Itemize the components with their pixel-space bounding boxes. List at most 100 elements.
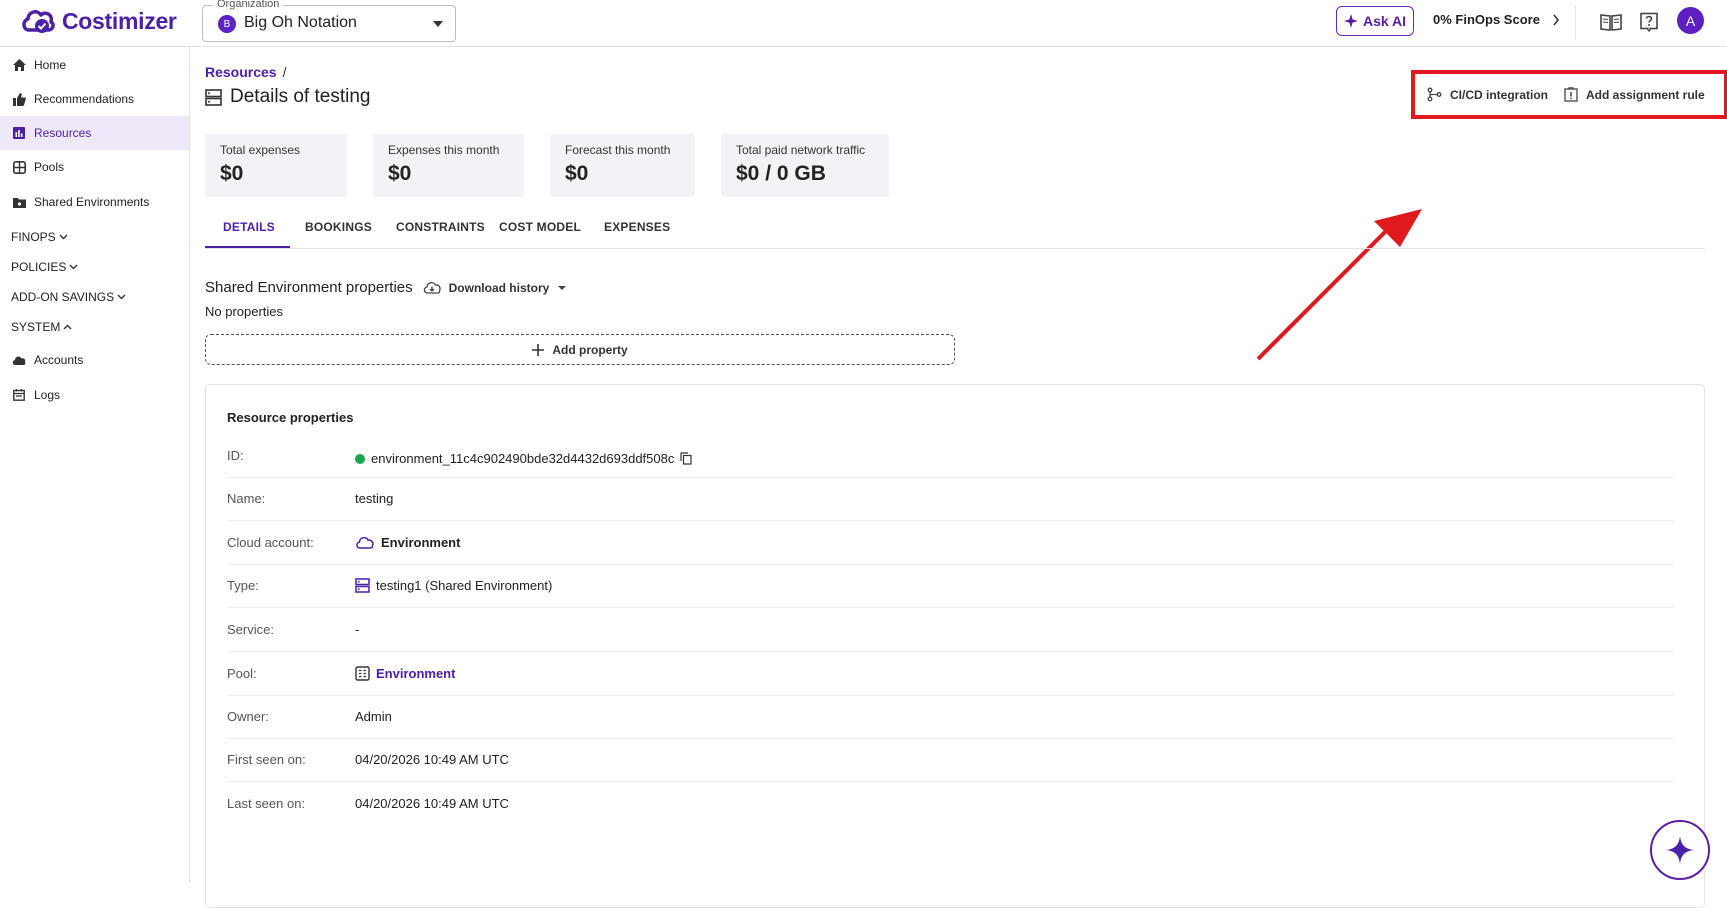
tab-constraints[interactable]: CONSTRAINTS xyxy=(396,220,485,234)
organization-select[interactable]: Organization B Big Oh Notation xyxy=(202,0,456,42)
tab-cost-model[interactable]: COST MODEL xyxy=(499,220,581,234)
sidebar-item-label: Accounts xyxy=(34,353,84,367)
property-value: 04/20/2026 10:49 AM UTC xyxy=(355,752,509,767)
shared-env-header: Shared Environment properties Download h… xyxy=(205,279,567,296)
cloud-icon xyxy=(12,353,26,367)
property-value: Environment xyxy=(355,666,455,681)
active-tab-indicator xyxy=(205,246,290,248)
chevron-up-icon xyxy=(63,324,72,330)
property-value: Environment xyxy=(355,535,460,550)
sparkle-icon xyxy=(1343,14,1358,28)
annotation-arrow xyxy=(1256,209,1422,361)
sidebar-item-label: Recommendations xyxy=(34,92,135,106)
chevron-down-icon xyxy=(59,234,68,240)
sidebar: Home Recommendations Resources Pools Sha… xyxy=(0,47,190,883)
costimizer-logo-icon xyxy=(22,10,55,33)
user-avatar[interactable]: A xyxy=(1677,7,1704,34)
kpi-total-paid-network-traffic: Total paid network traffic $0 / 0 GB xyxy=(721,134,889,197)
property-value: environment_11c4c902490bde32d4432d693ddf… xyxy=(355,451,692,466)
breadcrumb-link-resources[interactable]: Resources xyxy=(205,64,277,80)
property-key: Name: xyxy=(227,491,266,506)
property-key: Service: xyxy=(227,622,274,637)
pool-icon xyxy=(12,160,26,174)
caret-down-icon xyxy=(558,285,567,290)
download-history-button[interactable]: Download history xyxy=(423,281,568,295)
sidebar-item-shared-environments[interactable]: Shared Environments xyxy=(0,185,189,219)
plus-icon xyxy=(532,343,545,356)
ai-assistant-button[interactable] xyxy=(1650,820,1710,880)
bar-chart-icon xyxy=(12,126,26,140)
ask-ai-button[interactable]: Ask AI xyxy=(1336,6,1414,36)
pool-link[interactable]: Environment xyxy=(376,666,455,681)
sidebar-section-finops[interactable]: FINOPS xyxy=(11,230,68,244)
property-row-owner: Owner: Admin xyxy=(227,696,1674,739)
ask-ai-label: Ask AI xyxy=(1362,13,1407,29)
property-key: ID: xyxy=(227,448,244,463)
help-icon[interactable] xyxy=(1637,10,1661,34)
divider xyxy=(1575,6,1576,40)
cloud-account-name: Environment xyxy=(381,535,461,550)
property-row-service: Service: - xyxy=(227,609,1674,652)
sidebar-section-add-on-savings[interactable]: ADD-ON SAVINGS xyxy=(11,290,126,304)
chevron-down-icon xyxy=(117,294,126,300)
sidebar-item-resources[interactable]: Resources xyxy=(0,116,189,150)
copy-icon[interactable] xyxy=(680,452,692,465)
tab-expenses[interactable]: EXPENSES xyxy=(604,220,670,234)
add-property-label: Add property xyxy=(552,342,628,357)
kpi-total-expenses: Total expenses $0 xyxy=(205,134,347,197)
app-logo[interactable]: Costimizer xyxy=(20,6,177,36)
shared-env-title: Shared Environment properties xyxy=(205,279,413,296)
highlight-box xyxy=(1411,70,1727,119)
kpi-label: Total paid network traffic xyxy=(736,143,866,157)
section-label: ADD-ON SAVINGS xyxy=(11,290,115,304)
kpi-label: Total expenses xyxy=(220,143,301,157)
tab-bookings[interactable]: BOOKINGS xyxy=(305,220,372,234)
main-content: Resources / Details of testing CI/CD inte… xyxy=(190,47,1727,908)
app-name: Costimizer xyxy=(62,7,177,34)
folder-icon xyxy=(12,195,26,209)
no-properties-text: No properties xyxy=(205,304,284,319)
sidebar-item-label: Logs xyxy=(34,388,61,402)
sidebar-item-logs[interactable]: Logs xyxy=(0,378,189,412)
sidebar-section-system[interactable]: SYSTEM xyxy=(11,320,72,334)
sidebar-item-accounts[interactable]: Accounts xyxy=(0,343,189,377)
property-key: Owner: xyxy=(227,709,269,724)
calendar-icon xyxy=(12,388,26,402)
documentation-icon[interactable] xyxy=(1599,10,1623,34)
pool-icon xyxy=(355,666,370,681)
property-row-last-seen: Last seen on: 04/20/2026 10:49 AM UTC xyxy=(227,783,1674,826)
resource-id-text: environment_11c4c902490bde32d4432d693ddf… xyxy=(371,451,675,466)
finops-score-button[interactable]: 0% FinOps Score xyxy=(1433,12,1560,27)
property-value: - xyxy=(355,622,360,637)
sparkle-icon xyxy=(1666,836,1694,864)
cloud-download-icon xyxy=(423,282,441,294)
property-key: Cloud account: xyxy=(227,535,314,550)
breadcrumb: Resources / xyxy=(205,64,286,80)
kpi-value: $0 xyxy=(220,162,244,185)
status-dot-icon xyxy=(355,453,365,464)
org-avatar: B xyxy=(218,15,236,33)
resource-type-text: testing1 (Shared Environment) xyxy=(376,578,553,593)
property-value: testing xyxy=(355,491,394,506)
finops-score-label: 0% FinOps Score xyxy=(1433,12,1540,27)
kpi-value: $0 / 0 GB xyxy=(736,162,826,185)
sidebar-section-policies[interactable]: POLICIES xyxy=(11,260,78,274)
sidebar-item-home[interactable]: Home xyxy=(0,48,189,82)
sidebar-item-pools[interactable]: Pools xyxy=(0,150,189,184)
property-row-first-seen: First seen on: 04/20/2026 10:49 AM UTC xyxy=(227,739,1674,782)
top-bar: Costimizer Organization B Big Oh Notatio… xyxy=(0,0,1727,47)
tab-details[interactable]: DETAILS xyxy=(223,220,275,234)
organization-label: Organization xyxy=(213,0,284,10)
property-value: Admin xyxy=(355,709,392,724)
details-tabs: DETAILS BOOKINGS CONSTRAINTS COST MODEL … xyxy=(205,206,1705,249)
caret-down-icon xyxy=(433,21,443,27)
property-key: Pool: xyxy=(227,666,257,681)
sidebar-item-recommendations[interactable]: Recommendations xyxy=(0,82,189,116)
property-row-name: Name: testing xyxy=(227,478,1674,521)
kpi-value: $0 xyxy=(388,162,412,185)
server-icon xyxy=(355,578,370,593)
add-property-button[interactable]: Add property xyxy=(205,334,955,365)
sidebar-item-label: Shared Environments xyxy=(34,195,150,209)
property-row-type: Type: testing1 (Shared Environment) xyxy=(227,565,1674,608)
kpi-forecast-this-month: Forecast this month $0 xyxy=(550,134,695,197)
